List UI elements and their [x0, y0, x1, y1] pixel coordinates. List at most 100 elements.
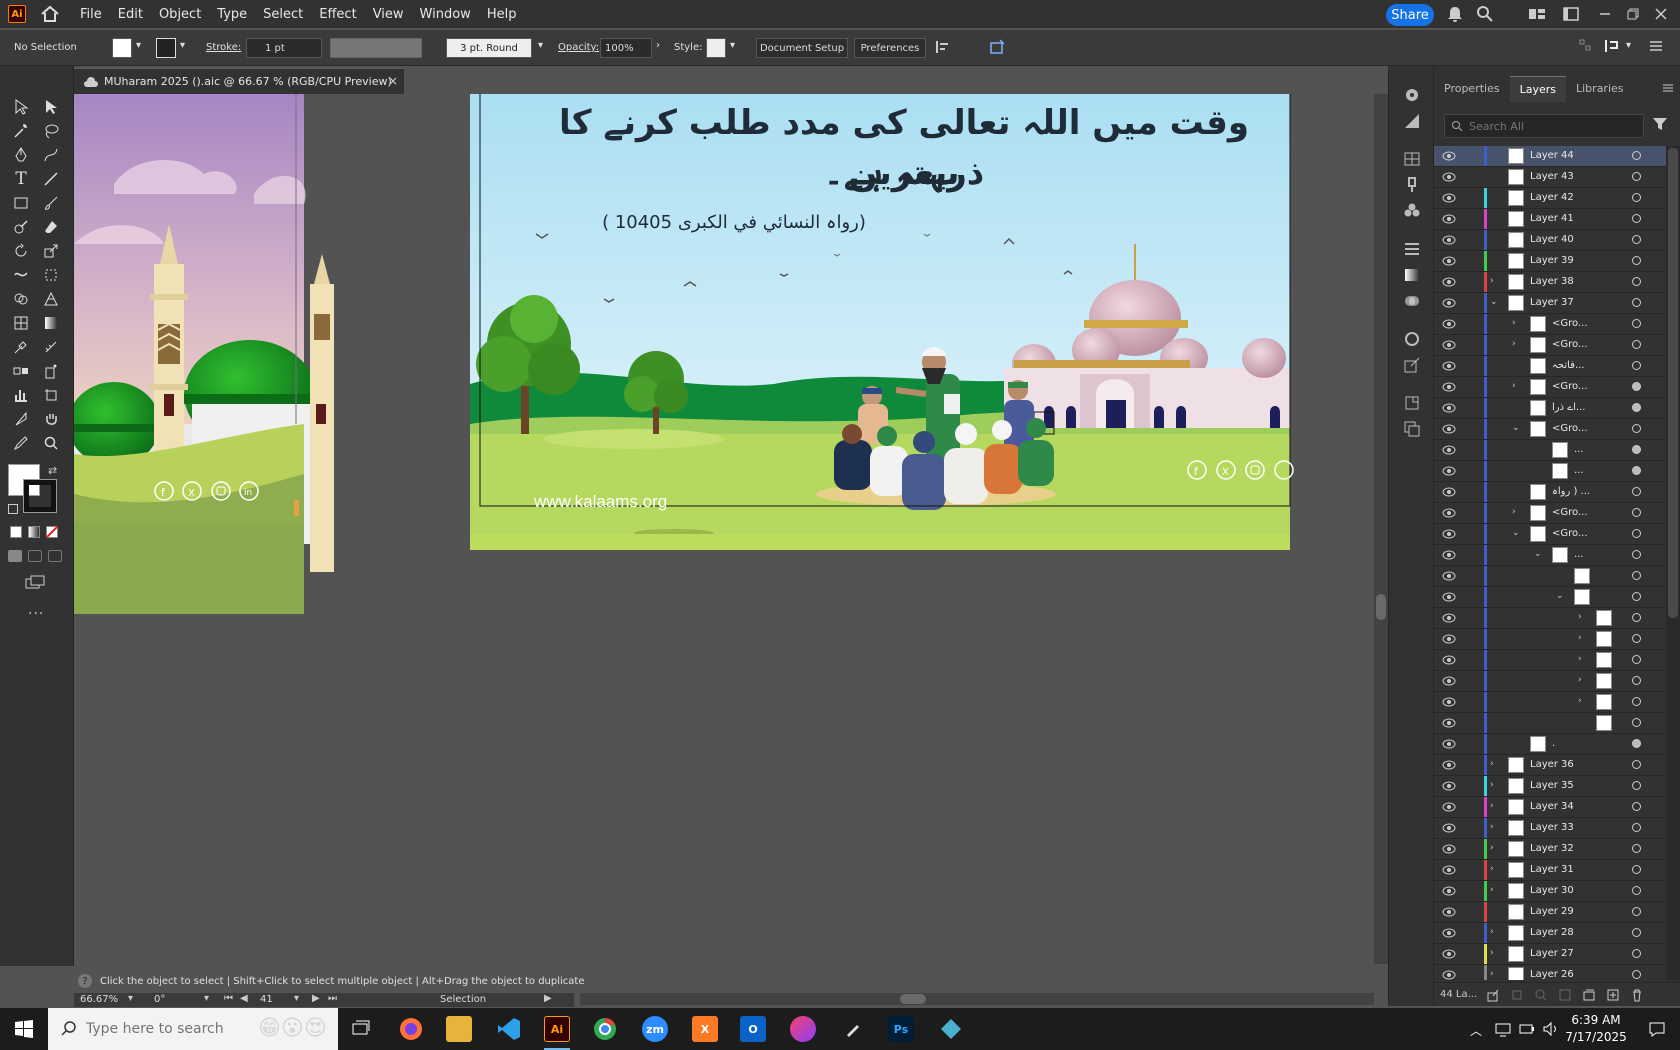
layer-name[interactable]: Layer 29 [1530, 906, 1574, 917]
scale-tool-icon[interactable] [40, 240, 62, 262]
layer-row[interactable]: رواہ ) ... [1434, 482, 1666, 503]
gradient-panel-icon[interactable] [1403, 266, 1421, 287]
chevron-right-icon[interactable]: › [1490, 969, 1494, 979]
layer-target-icon[interactable] [1632, 613, 1641, 622]
layer-search-box[interactable] [1444, 114, 1644, 138]
taskbar-pen-tool-icon[interactable] [840, 1016, 866, 1042]
visibility-eye-icon[interactable] [1442, 865, 1456, 875]
visibility-eye-icon[interactable] [1442, 235, 1456, 245]
search-object-icon[interactable] [1534, 988, 1548, 1005]
layer-row[interactable]: › Layer 26 [1434, 965, 1666, 980]
visibility-eye-icon[interactable] [1442, 151, 1456, 161]
home-icon[interactable] [40, 5, 60, 23]
export-panel-icon[interactable] [1403, 356, 1421, 377]
layer-row[interactable]: اے ذرا... [1434, 398, 1666, 419]
layer-name[interactable]: Layer 32 [1530, 843, 1574, 854]
brush-dropdown-icon[interactable]: ▾ [538, 40, 543, 51]
stroke-color-box[interactable] [23, 479, 57, 513]
layer-row[interactable]: › <Gro... [1434, 377, 1666, 398]
locate-object-icon[interactable] [1510, 988, 1524, 1005]
chevron-right-icon[interactable]: › [1490, 927, 1494, 937]
workspace-icon[interactable] [1562, 5, 1580, 23]
layer-search-input[interactable] [1469, 115, 1639, 137]
layer-row[interactable]: › Layer 36 [1434, 755, 1666, 776]
taskbar-zoom-icon[interactable]: zm [642, 1016, 668, 1042]
layer-name[interactable]: <Gro... [1552, 528, 1588, 539]
layer-target-icon[interactable] [1632, 760, 1641, 769]
layer-target-icon[interactable] [1632, 655, 1641, 664]
shaper-tool-icon[interactable] [10, 216, 32, 238]
taskbar-chrome-icon[interactable] [592, 1016, 618, 1042]
visibility-eye-icon[interactable] [1442, 697, 1456, 707]
layer-target-icon[interactable] [1632, 487, 1641, 496]
visibility-eye-icon[interactable] [1442, 487, 1456, 497]
layer-row[interactable]: › Layer 28 [1434, 923, 1666, 944]
visibility-eye-icon[interactable] [1442, 928, 1456, 938]
layer-name[interactable]: ... [1574, 444, 1584, 455]
taskbar-creative-cloud-icon[interactable] [790, 1016, 816, 1042]
bell-icon[interactable] [1446, 5, 1464, 23]
menu-file[interactable]: File [80, 7, 102, 22]
chevron-right-icon[interactable]: › [1490, 885, 1494, 895]
layer-target-icon[interactable] [1632, 361, 1641, 370]
paintbrush-tool-icon[interactable] [40, 192, 62, 214]
visibility-eye-icon[interactable] [1442, 676, 1456, 686]
stroke-label[interactable]: Stroke: [206, 42, 241, 53]
layer-row[interactable]: › <Gro... [1434, 314, 1666, 335]
taskbar-search-input[interactable] [86, 1021, 256, 1037]
layer-row[interactable]: › [1434, 650, 1666, 671]
taskbar-search-box[interactable]: 😁😮😍 [48, 1008, 338, 1050]
stroke-dropdown-icon[interactable]: ▾ [180, 40, 185, 51]
layer-row[interactable]: Layer 40 [1434, 230, 1666, 251]
none-mode-icon[interactable] [46, 526, 58, 538]
menu-edit[interactable]: Edit [118, 7, 143, 22]
layer-target-icon[interactable] [1632, 550, 1641, 559]
layer-target-icon[interactable] [1632, 172, 1641, 181]
chevron-down-icon[interactable]: ⌄ [1556, 591, 1564, 601]
column-graph-tool-icon[interactable] [10, 384, 32, 406]
document-setup-button[interactable]: Document Setup [756, 38, 848, 58]
layer-target-icon[interactable] [1632, 571, 1641, 580]
style-dropdown-icon[interactable]: ▾ [730, 40, 735, 51]
rotation-dropdown-icon[interactable]: ▾ [204, 993, 209, 1004]
layer-name[interactable]: Layer 44 [1530, 150, 1574, 161]
menu-type[interactable]: Type [217, 7, 247, 22]
layer-target-icon[interactable] [1632, 445, 1641, 454]
previous-artboard-icon[interactable]: ◀ [240, 993, 248, 1004]
perspective-grid-tool-icon[interactable] [40, 288, 62, 310]
taskbar-app-icon[interactable] [938, 1016, 964, 1042]
canvas-vertical-scrollbar[interactable] [1374, 94, 1388, 964]
visibility-eye-icon[interactable] [1442, 256, 1456, 266]
status-arrow-icon[interactable]: ▶ [544, 993, 552, 1004]
hamburger-icon[interactable] [1648, 38, 1664, 57]
layer-row[interactable]: › Layer 27 [1434, 944, 1666, 965]
layer-name[interactable]: Layer 36 [1530, 759, 1574, 770]
taskbar-outlook-icon[interactable]: O [740, 1016, 766, 1042]
opacity-arrow-icon[interactable]: › [656, 40, 660, 51]
layer-row[interactable]: ⌄ <Gro... [1434, 524, 1666, 545]
rectangle-tool-icon[interactable] [10, 192, 32, 214]
image-trace-icon[interactable] [1403, 112, 1421, 133]
next-artboard-icon[interactable]: ▶ [312, 993, 320, 1004]
fill-dropdown-icon[interactable]: ▾ [136, 40, 141, 51]
free-transform-tool-icon[interactable] [40, 264, 62, 286]
show-hidden-icons-icon[interactable]: ︿ [1470, 1022, 1482, 1039]
recolor-icon[interactable] [988, 38, 1006, 59]
layer-row[interactable]: Layer 39 [1434, 251, 1666, 272]
layer-name[interactable]: Layer 40 [1530, 234, 1574, 245]
layer-name[interactable]: Layer 43 [1530, 171, 1574, 182]
chevron-right-icon[interactable]: › [1578, 675, 1582, 685]
chevron-down-icon[interactable]: ⌄ [1512, 423, 1520, 433]
share-button[interactable]: Share [1386, 4, 1434, 26]
minimize-icon[interactable] [1596, 5, 1614, 23]
chevron-right-icon[interactable]: › [1578, 633, 1582, 643]
brushes-panel-icon[interactable] [1403, 176, 1421, 197]
stroke-panel-icon[interactable] [1403, 240, 1421, 261]
battery-icon[interactable] [1518, 1020, 1536, 1041]
draw-behind-icon[interactable] [28, 550, 42, 562]
visibility-eye-icon[interactable] [1442, 319, 1456, 329]
rotation-value[interactable]: 0° [154, 994, 165, 1005]
layer-row[interactable]: › [1434, 629, 1666, 650]
network-icon[interactable] [1494, 1020, 1512, 1041]
layer-name[interactable]: <Gro... [1552, 339, 1588, 350]
